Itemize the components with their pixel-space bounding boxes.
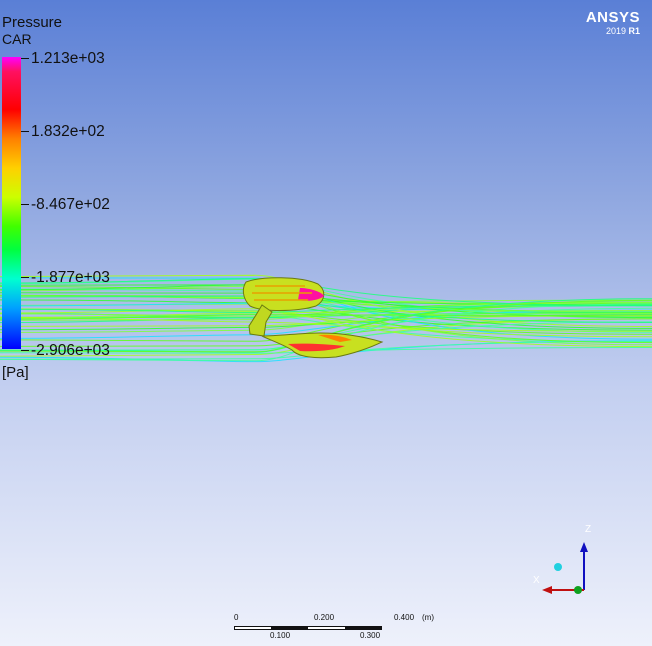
axis-triad[interactable]: Z X: [532, 520, 602, 600]
z-axis-label: Z: [585, 524, 591, 535]
scale-label-0200: 0.200: [314, 613, 335, 622]
scale-label-0300: 0.300: [360, 631, 381, 640]
ansys-logo: ANSYS 2019 R1: [586, 9, 640, 36]
x-axis-label: X: [533, 575, 540, 586]
legend-tick-2: 1.832e+02: [21, 124, 105, 140]
scale-unit: (m): [422, 613, 434, 622]
pressure-colorbar: [2, 57, 21, 349]
scale-label-0100: 0.100: [270, 631, 291, 640]
cfd-viewport[interactable]: Pressure CAR 1.213e+03 1.832e+02 -8.467e…: [0, 0, 652, 646]
scale-label-0400: 0.400: [394, 613, 415, 622]
brand-name: ANSYS: [585, 9, 640, 26]
scale-bar-seg-2: [345, 626, 382, 630]
scale-label-0: 0: [234, 613, 239, 622]
brand-version: 2019 R1: [605, 26, 640, 36]
legend-tick-4: -1.877e+03: [21, 270, 110, 286]
legend-location-label: CAR: [2, 31, 32, 47]
legend-tick-max: 1.213e+03: [21, 51, 105, 67]
legend-variable-title: Pressure: [2, 14, 63, 31]
legend-unit: [Pa]: [2, 364, 29, 381]
length-scale-bar: 0 0.200 0.400 (m) 0.100 0.300: [234, 613, 444, 643]
scale-bar-seg-1: [271, 626, 308, 630]
legend-tick-3: -8.467e+02: [21, 197, 110, 213]
legend-tick-min: -2.906e+03: [21, 343, 110, 359]
